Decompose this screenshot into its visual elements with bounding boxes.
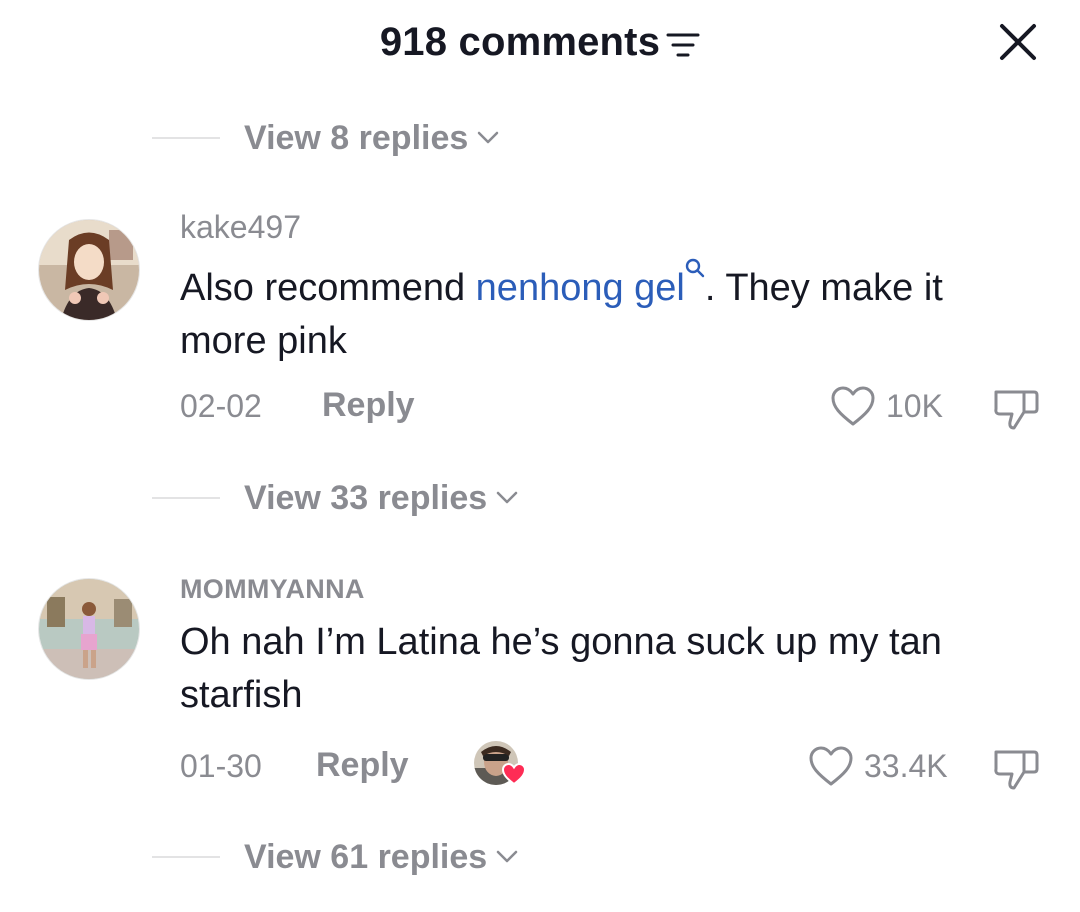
comment-text-part: Also recommend xyxy=(180,267,476,309)
like-count: 33.4K xyxy=(864,747,948,784)
close-icon xyxy=(1000,24,1036,60)
like-button[interactable]: 10K xyxy=(830,385,943,427)
divider-line xyxy=(152,856,220,858)
heart-icon xyxy=(831,386,875,426)
comment-count: 918 comments xyxy=(379,19,661,64)
divider-line xyxy=(152,497,220,499)
view-replies-row: View 8 replies xyxy=(152,118,500,158)
close-button[interactable] xyxy=(990,14,1046,70)
comment-username[interactable]: kake497 xyxy=(180,209,301,246)
thumbs-down-icon xyxy=(994,390,1039,430)
search-icon xyxy=(685,258,705,278)
dislike-button[interactable] xyxy=(992,746,1040,797)
search-link-label: nenhong gel xyxy=(475,267,685,309)
chevron-down-icon xyxy=(496,850,518,863)
thumbs-down-icon xyxy=(994,750,1039,790)
heart-icon xyxy=(501,762,527,786)
comment-text: Oh nah I’m Latina he’s gonna suck up my … xyxy=(180,621,942,716)
comment-username[interactable]: MOMMYANNA xyxy=(180,574,365,605)
avatar[interactable] xyxy=(38,578,140,680)
divider-line xyxy=(152,137,220,139)
comment-text: Also recommend nenhong gel. They make it… xyxy=(180,258,1020,368)
dislike-button[interactable] xyxy=(992,386,1040,437)
view-replies-button[interactable]: View 8 replies xyxy=(244,119,500,158)
comment-date: 01-30 xyxy=(180,748,262,784)
search-link[interactable]: nenhong gel xyxy=(475,258,705,309)
like-button[interactable]: 33.4K xyxy=(808,745,948,787)
reply-button[interactable]: Reply xyxy=(316,746,409,785)
view-replies-button[interactable]: View 33 replies xyxy=(244,479,519,518)
comments-header: 918 comments xyxy=(0,14,1080,70)
view-replies-button[interactable]: View 61 replies xyxy=(244,838,519,877)
comment-date: 02-02 xyxy=(180,388,262,424)
view-replies-row: View 33 replies xyxy=(152,478,519,518)
chevron-down-icon xyxy=(478,131,499,144)
chevron-down-icon xyxy=(496,491,518,504)
view-replies-row: View 61 replies xyxy=(152,837,519,877)
heart-icon xyxy=(809,746,853,786)
view-replies-label: View 33 replies xyxy=(244,478,488,517)
creator-liked-badge xyxy=(473,740,529,788)
avatar[interactable] xyxy=(38,219,140,321)
view-replies-label: View 61 replies xyxy=(244,837,488,876)
view-replies-label: View 8 replies xyxy=(244,118,469,157)
reply-button[interactable]: Reply xyxy=(322,386,415,425)
filter-icon[interactable] xyxy=(666,30,700,60)
like-count: 10K xyxy=(886,387,943,424)
